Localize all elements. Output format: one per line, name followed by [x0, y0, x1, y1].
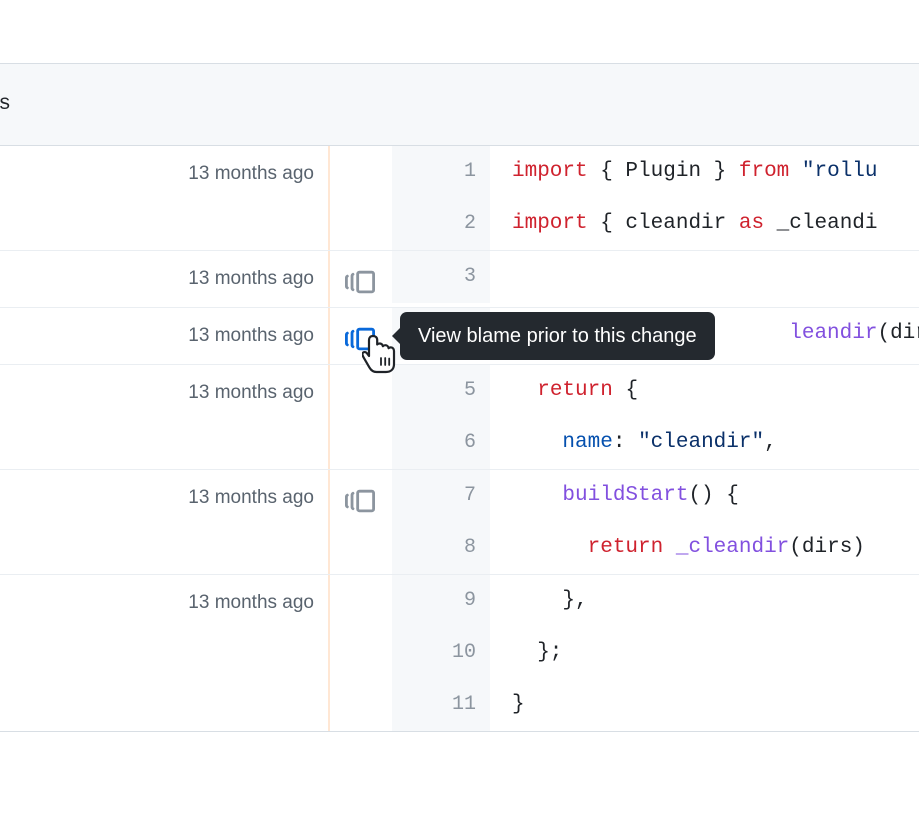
code-token: buildStart	[562, 484, 688, 507]
code-line-row: 10 };	[392, 627, 919, 679]
blame-commit-age-cell: 13 months ago	[0, 308, 330, 364]
code-token	[512, 379, 537, 402]
code-token: _cleandir	[676, 536, 789, 559]
code-token: };	[512, 641, 562, 664]
code-token: return	[588, 536, 664, 559]
code-token: import	[512, 160, 588, 183]
reblame-cell	[330, 365, 392, 469]
code-token: _cleandi	[764, 212, 877, 235]
line-number[interactable]: 5	[392, 365, 490, 417]
reblame-button[interactable]	[343, 486, 377, 516]
versions-icon	[345, 324, 375, 354]
tooltip-label: View blame prior to this change	[418, 325, 697, 348]
file-header-bar: bytes	[0, 63, 919, 146]
code-token	[512, 536, 588, 559]
reblame-cell	[330, 251, 392, 307]
code-line-row: 11}	[392, 679, 919, 731]
code-line-content[interactable]: return _cleandir(dirs)	[490, 522, 919, 574]
blame-code-lines: 9 },10 };11}	[392, 575, 919, 731]
line-number[interactable]: 6	[392, 417, 490, 469]
code-token: return	[537, 379, 613, 402]
code-token	[512, 431, 562, 454]
blame-commit-age: 13 months ago	[188, 589, 314, 617]
line-number[interactable]: 1	[392, 146, 490, 198]
code-token: "rollu	[802, 160, 878, 183]
line-number[interactable]: 7	[392, 470, 490, 522]
code-line-content[interactable]: }	[490, 679, 919, 731]
code-token	[512, 484, 562, 507]
line-number[interactable]: 2	[392, 198, 490, 250]
code-token: {	[613, 379, 638, 402]
code-token	[663, 536, 676, 559]
code-line-content[interactable]: };	[490, 627, 919, 679]
blame-commit-age-cell: 13 months ago	[0, 470, 330, 574]
code-token: { Plugin }	[588, 160, 739, 183]
reblame-button[interactable]	[343, 324, 377, 354]
code-line-content[interactable]: return {	[490, 365, 919, 417]
line-number[interactable]: 9	[392, 575, 490, 627]
code-token: (dirs)	[789, 536, 865, 559]
blame-group: 13 months ago 3	[0, 251, 919, 308]
code-line-row: 7 buildStart() {	[392, 470, 919, 522]
blame-commit-age-cell: 13 months ago	[0, 365, 330, 469]
code-token: () {	[688, 484, 738, 507]
code-line-row: 3	[392, 251, 919, 303]
blame-commit-age: 13 months ago	[188, 160, 314, 188]
file-size-label: bytes	[0, 93, 11, 116]
blame-commit-age: 13 months ago	[188, 484, 314, 512]
reblame-cell	[330, 308, 392, 364]
blame-code-lines: 1import { Plugin } from "rollu2import { …	[392, 146, 919, 250]
code-token: }	[512, 693, 525, 716]
line-number[interactable]: 10	[392, 627, 490, 679]
code-token: from	[739, 160, 789, 183]
code-line-row: 2import { cleandir as _cleandi	[392, 198, 919, 250]
line-number[interactable]: 8	[392, 522, 490, 574]
versions-icon	[345, 486, 375, 516]
code-line-row: 8 return _cleandir(dirs)	[392, 522, 919, 574]
blame-group: 13 months ago1import { Plugin } from "ro…	[0, 146, 919, 251]
code-line-row: 1import { Plugin } from "rollu	[392, 146, 919, 198]
code-line-content[interactable]: },	[490, 575, 919, 627]
blame-group: 13 months ago 5 return {6 name: "cleandir…	[0, 365, 919, 470]
reblame-cell	[330, 575, 392, 731]
code-line-content[interactable]: import { Plugin } from "rollu	[490, 146, 919, 198]
blame-code-lines: 7 buildStart() {8 return _cleandir(dirs)	[392, 470, 919, 574]
blame-commit-age: 13 months ago	[188, 322, 314, 350]
code-line-row: 9 },	[392, 575, 919, 627]
reblame-cell	[330, 470, 392, 574]
line-number[interactable]: 3	[392, 251, 490, 303]
code-token: ,	[764, 431, 777, 454]
reblame-tooltip: View blame prior to this change	[400, 312, 715, 360]
code-token: "cleandir"	[638, 431, 764, 454]
code-token: (dirs	[877, 322, 919, 345]
reblame-cell	[330, 146, 392, 250]
blame-group: 13 months ago9 },10 };11}	[0, 575, 919, 731]
blame-code-lines: 3	[392, 251, 919, 307]
blame-code-lines: 5 return {6 name: "cleandir",	[392, 365, 919, 469]
code-line-content[interactable]: buildStart() {	[490, 470, 919, 522]
code-line-content[interactable]: import { cleandir as _cleandi	[490, 198, 919, 250]
blame-commit-age-cell: 13 months ago	[0, 146, 330, 250]
code-token: as	[739, 212, 764, 235]
blame-page: bytes 13 months ago1import { Plugin } fr…	[0, 0, 919, 818]
code-token: { cleandir	[588, 212, 739, 235]
reblame-button[interactable]	[343, 267, 377, 297]
versions-icon	[345, 267, 375, 297]
code-line-row: 5 return {	[392, 365, 919, 417]
line-number[interactable]: 11	[392, 679, 490, 731]
code-token	[789, 160, 802, 183]
blame-commit-age-cell: 13 months ago	[0, 251, 330, 307]
blame-commit-age-cell: 13 months ago	[0, 575, 330, 731]
code-line-row: 6 name: "cleandir",	[392, 417, 919, 469]
code-token: name	[562, 431, 612, 454]
code-token: leandir	[789, 322, 877, 345]
code-token: },	[512, 589, 588, 612]
code-token: import	[512, 212, 588, 235]
blame-group: 13 months ago7 buildStart() {8 return _c…	[0, 470, 919, 575]
blame-commit-age: 13 months ago	[188, 265, 314, 293]
code-token: :	[613, 431, 638, 454]
blame-table: 13 months ago1import { Plugin } from "ro…	[0, 146, 919, 732]
code-line-content[interactable]: name: "cleandir",	[490, 417, 919, 469]
blame-commit-age: 13 months ago	[188, 379, 314, 407]
